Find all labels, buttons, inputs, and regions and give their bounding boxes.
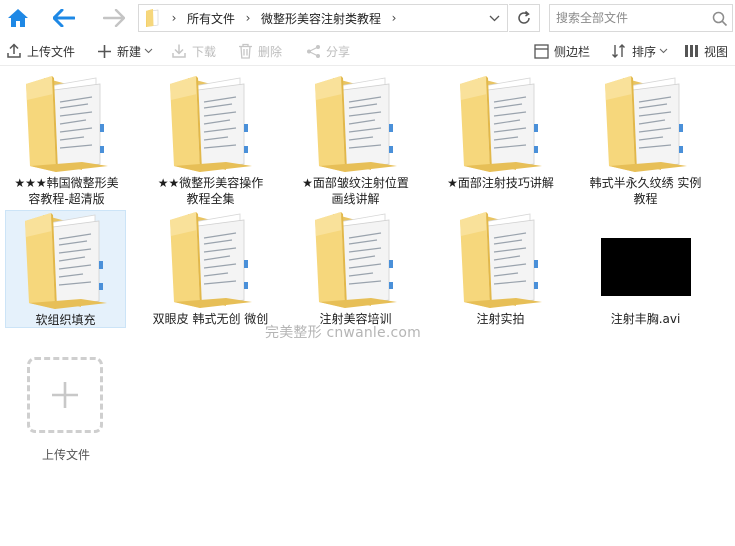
delete-label: 删除 (258, 44, 283, 59)
arrow-right-icon (103, 9, 125, 27)
folder-icon (601, 74, 691, 174)
folder-icon (456, 210, 546, 310)
folder-icon (166, 210, 256, 310)
video-thumbnail (600, 210, 691, 310)
folder-icon (22, 74, 112, 174)
file-name: 韩式半永久纹绣 实例教程 (589, 176, 702, 206)
folder-icon (21, 211, 111, 311)
delete-button[interactable]: 删除 (238, 42, 282, 60)
breadcrumb-all-files[interactable]: 所有文件 (183, 10, 239, 27)
share-label: 分享 (326, 44, 351, 59)
folder-icon (166, 74, 256, 174)
sidebar-icon (534, 43, 549, 59)
file-item-folder[interactable]: 注射实拍 (440, 210, 561, 327)
sort-button[interactable]: 排序 (611, 42, 673, 60)
folder-icon (456, 74, 546, 174)
sort-icon (612, 44, 625, 58)
chevron-down-icon (489, 15, 499, 21)
address-dropdown-button[interactable] (487, 11, 501, 25)
refresh-button[interactable] (509, 4, 540, 32)
file-name: 注射实拍 (476, 312, 525, 326)
address-row: › 所有文件 › 微整形美容注射类教程 › (0, 0, 735, 36)
file-name: ★面部注射技巧讲解 (447, 176, 554, 190)
sidebar-label: 侧边栏 (554, 44, 591, 59)
file-item-folder[interactable]: ★面部注射技巧讲解 (440, 74, 561, 191)
folder-icon (311, 210, 401, 310)
file-name: 软组织填充 (35, 313, 96, 327)
home-icon (8, 9, 28, 27)
share-button[interactable]: 分享 (306, 42, 350, 60)
chevron-right-icon: › (391, 11, 397, 25)
plus-icon (98, 44, 111, 58)
download-label: 下载 (192, 44, 217, 59)
view-button[interactable]: 视图 (684, 42, 728, 60)
search-input[interactable] (556, 6, 706, 30)
upload-icon (7, 43, 21, 58)
chevron-right-icon: › (245, 11, 251, 25)
breadcrumb-current-folder[interactable]: 微整形美容注射类教程 (257, 10, 385, 27)
view-label: 视图 (704, 44, 729, 59)
toolbar: 上传文件 新建 下载 删除 分享 侧边栏 排序 视图 (0, 36, 735, 66)
chevron-down-icon (144, 48, 153, 54)
view-grid-icon (685, 45, 698, 57)
file-item-folder[interactable]: ★★微整形美容操作教程全集 (150, 74, 271, 207)
search-box (549, 4, 733, 32)
home-button[interactable] (4, 4, 32, 32)
upload-file-button[interactable]: 上传文件 (6, 42, 75, 60)
new-button[interactable]: 新建 (97, 42, 158, 60)
file-item-folder[interactable]: 注射美容培训 (295, 210, 416, 327)
folder-icon (311, 74, 401, 174)
file-item-folder[interactable]: 韩式半永久纹绣 实例教程 (585, 74, 706, 207)
sidebar-toggle-button[interactable]: 侧边栏 (534, 42, 590, 60)
file-item-video[interactable]: 注射丰胸.avi (585, 210, 706, 327)
refresh-icon (518, 10, 530, 24)
upload-tile-label: 上传文件 (41, 448, 90, 462)
sort-label: 排序 (632, 44, 657, 59)
file-name: 双眼皮 韩式无创 微创 (152, 312, 269, 326)
trash-icon (239, 43, 252, 59)
file-name: 注射丰胸.avi (610, 312, 681, 326)
chevron-down-icon (659, 48, 668, 54)
file-item-folder[interactable]: ★★★韩国微整形美容教程-超清版 (6, 74, 127, 207)
upload-file-label: 上传文件 (27, 44, 76, 59)
download-button[interactable]: 下载 (171, 42, 216, 60)
chevron-right-icon: › (171, 11, 177, 25)
share-icon (307, 44, 320, 58)
new-label: 新建 (117, 44, 142, 59)
arrow-left-icon (53, 9, 75, 27)
file-item-folder[interactable]: ★面部皱纹注射位置画线讲解 (295, 74, 416, 207)
plus-icon (52, 382, 78, 408)
file-item-folder[interactable]: 双眼皮 韩式无创 微创 (150, 210, 271, 327)
download-icon (172, 44, 186, 58)
file-item-folder[interactable]: 软组织填充 (5, 210, 126, 328)
upload-tile[interactable] (27, 357, 103, 433)
folder-icon (139, 5, 165, 31)
file-name: ★★★韩国微整形美容教程-超清版 (14, 176, 119, 206)
forward-button[interactable] (100, 4, 128, 32)
watermark: 完美整形 cnwanle.com (265, 325, 421, 341)
back-button[interactable] (50, 4, 78, 32)
file-name: ★面部皱纹注射位置画线讲解 (302, 176, 409, 206)
address-bar[interactable]: › 所有文件 › 微整形美容注射类教程 › (138, 4, 508, 32)
file-name: ★★微整形美容操作教程全集 (157, 176, 264, 206)
search-icon[interactable] (712, 11, 728, 27)
